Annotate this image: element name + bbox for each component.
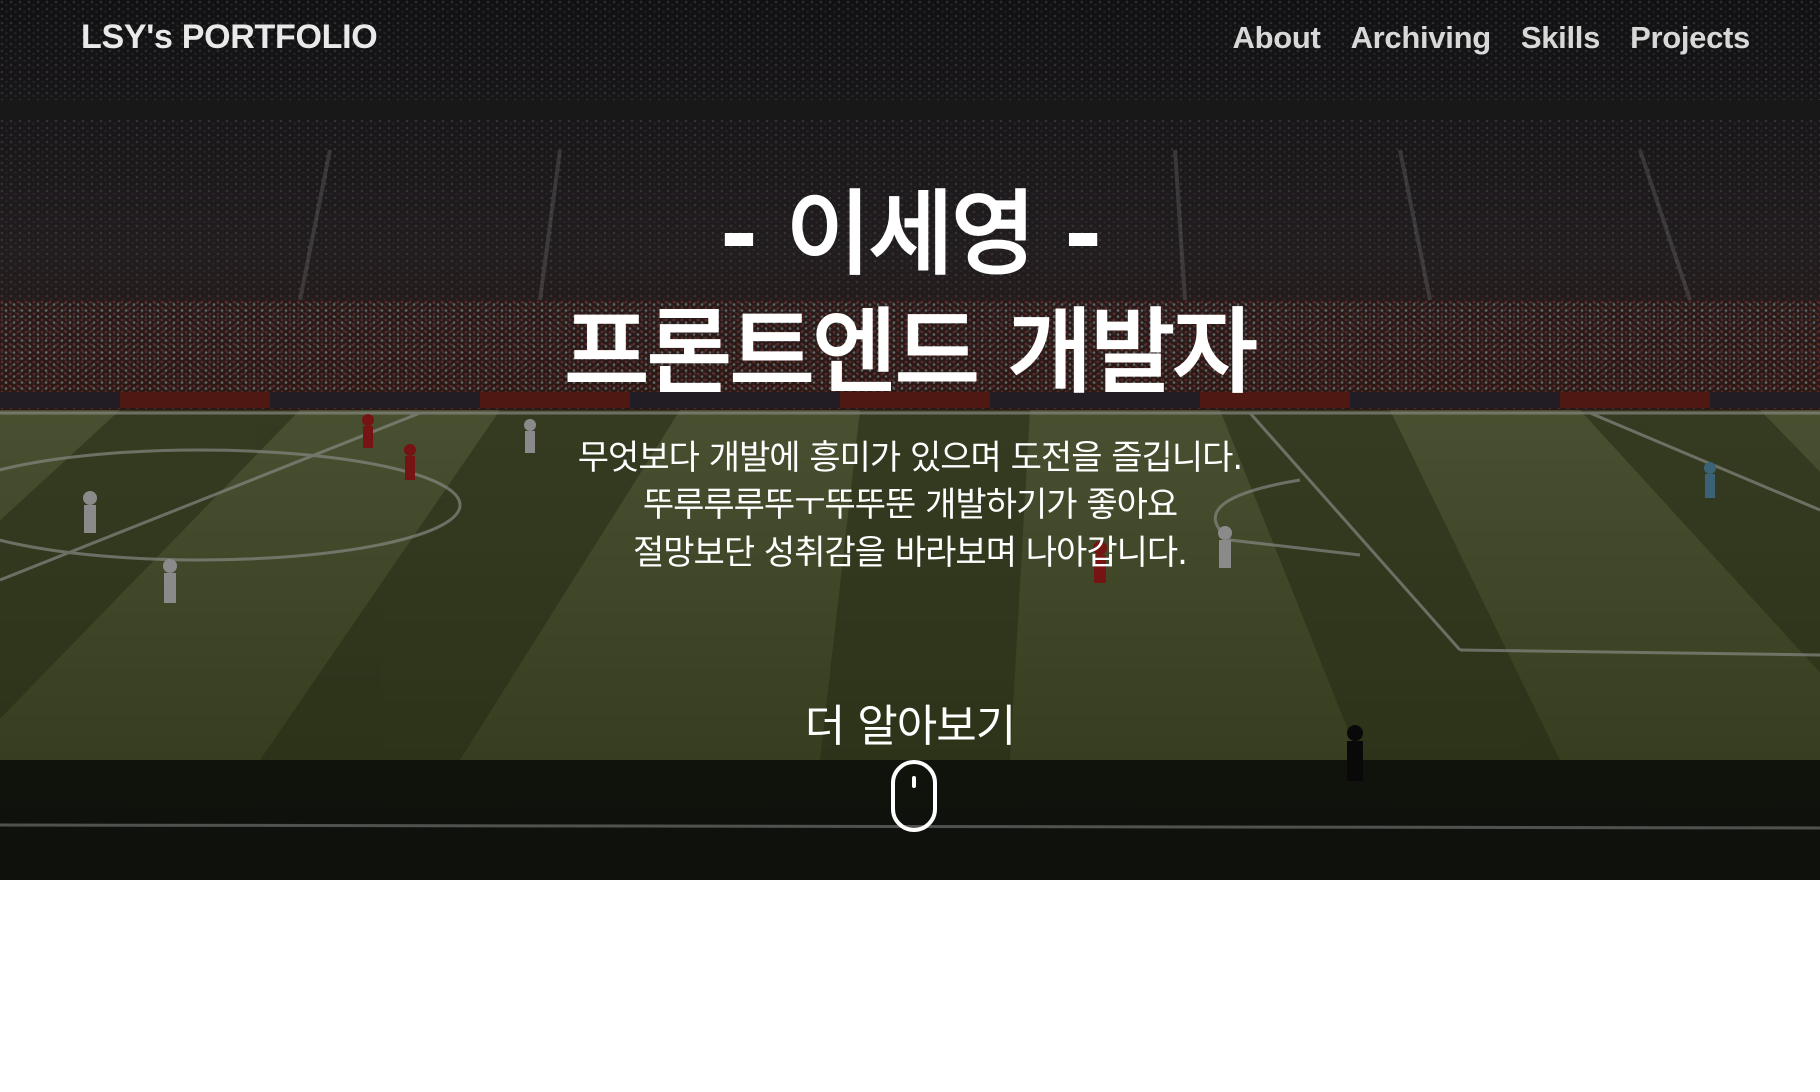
brand-logo-link[interactable]: LSY's PORTFOLIO [81, 18, 378, 57]
nav-link-archiving[interactable]: Archiving [1351, 20, 1492, 56]
hero-description-line: 무엇보다 개발에 흥미가 있으며 도전을 즐깁니다. [577, 438, 1243, 478]
mouse-wheel [912, 776, 916, 788]
nav-link-about[interactable]: About [1233, 20, 1321, 56]
nav-link-skills[interactable]: Skills [1521, 20, 1601, 56]
hero-title-role: 프론트엔드 개발자 [564, 299, 1257, 406]
nav-link-projects[interactable]: Projects [1630, 20, 1750, 56]
top-navbar: LSY's PORTFOLIO About Archiving Skills P… [0, 0, 1820, 80]
learn-more-button[interactable]: 더 알아보기 [0, 690, 1820, 754]
mouse-scroll-icon[interactable] [891, 760, 937, 832]
hero-description-line: 뚜루루루뚜ㅜ뚜뚜뚠 개발하기가 좋아요 [642, 485, 1178, 525]
hero-title-name: - 이세영 - [719, 181, 1102, 288]
hero-description-line: 절망보단 성취감을 바라보며 나아갑니다. [633, 533, 1188, 573]
nav-links: About Archiving Skills Projects [1233, 20, 1751, 56]
